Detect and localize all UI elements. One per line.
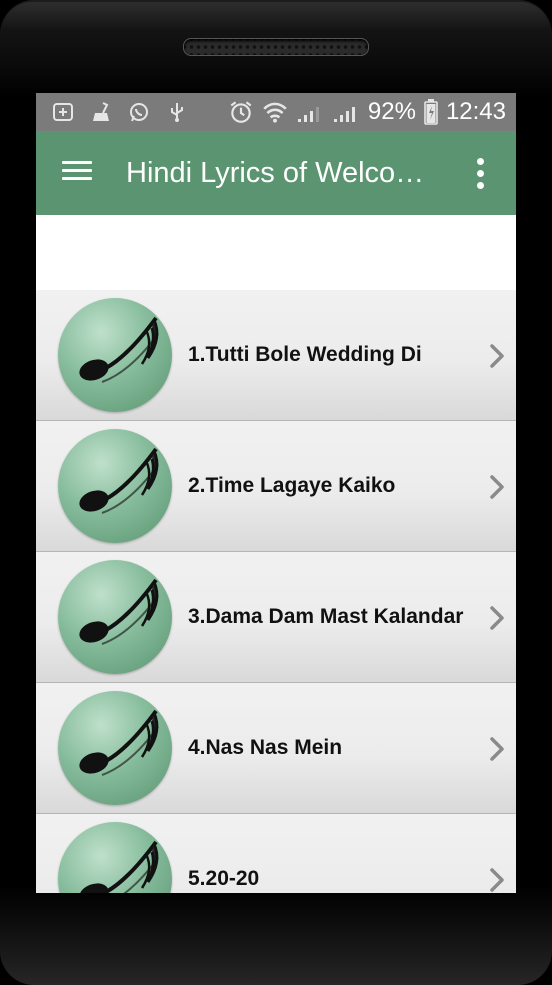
wifi-icon [263,102,287,123]
music-note-icon [79,840,159,893]
cleaner-icon [93,102,109,121]
song-list-item[interactable]: 1.Tutti Bole Wedding Di [36,290,516,421]
chevron-right-icon [490,737,504,761]
app-bar: Hindi Lyrics of Welco… [36,131,516,215]
music-note-icon [79,578,159,645]
music-note-avatar [58,298,172,412]
chevron-right-icon [490,344,504,368]
phone-frame: 92% 12:43 Hindi Lyrics of Welco… 1.Tutti… [0,0,552,985]
song-list-item[interactable]: 2.Time Lagaye Kaiko [36,421,516,552]
song-title: 4.Nas Nas Mein [188,736,343,759]
status-bar: 92% 12:43 [36,93,516,131]
whatsapp-icon [130,103,148,122]
chevron-right-icon [490,868,504,892]
music-note-icon [79,447,159,514]
song-title: 2.Time Lagaye Kaiko [188,474,396,497]
music-note-avatar [58,691,172,805]
battery-percent: 92% [367,98,416,125]
song-title: 5.20-20 [188,867,260,890]
phone-top-edge [2,2,550,32]
song-list-item[interactable]: 3.Dama Dam Mast Kalandar [36,552,516,683]
overflow-menu-icon[interactable] [468,155,492,193]
signal-1-icon [297,107,319,122]
music-note-icon [79,709,159,776]
battery-icon [424,99,438,125]
signal-2-icon [333,107,355,122]
usb-icon [171,103,183,122]
song-list-item[interactable]: 4.Nas Nas Mein [36,683,516,814]
clock: 12:43 [445,98,506,125]
music-note-avatar [58,822,172,893]
song-list-item[interactable]: 5.20-20 [36,814,516,893]
alarm-icon [230,101,252,123]
earpiece-speaker [183,38,369,56]
song-title: 1.Tutti Bole Wedding Di [188,343,422,366]
song-title: 3.Dama Dam Mast Kalandar [188,605,464,628]
music-note-icon [79,316,159,383]
add-icon [53,103,73,121]
song-list: 1.Tutti Bole Wedding Di 2.Time Lagaye Ka… [36,290,516,893]
music-note-avatar [58,560,172,674]
chevron-right-icon [490,606,504,630]
music-note-avatar [58,429,172,543]
chevron-right-icon [490,475,504,499]
banner-area [36,215,516,290]
page-title: Hindi Lyrics of Welco… [126,157,425,189]
screen: 92% 12:43 Hindi Lyrics of Welco… 1.Tutti… [36,93,516,893]
hamburger-menu-icon[interactable] [60,157,94,187]
